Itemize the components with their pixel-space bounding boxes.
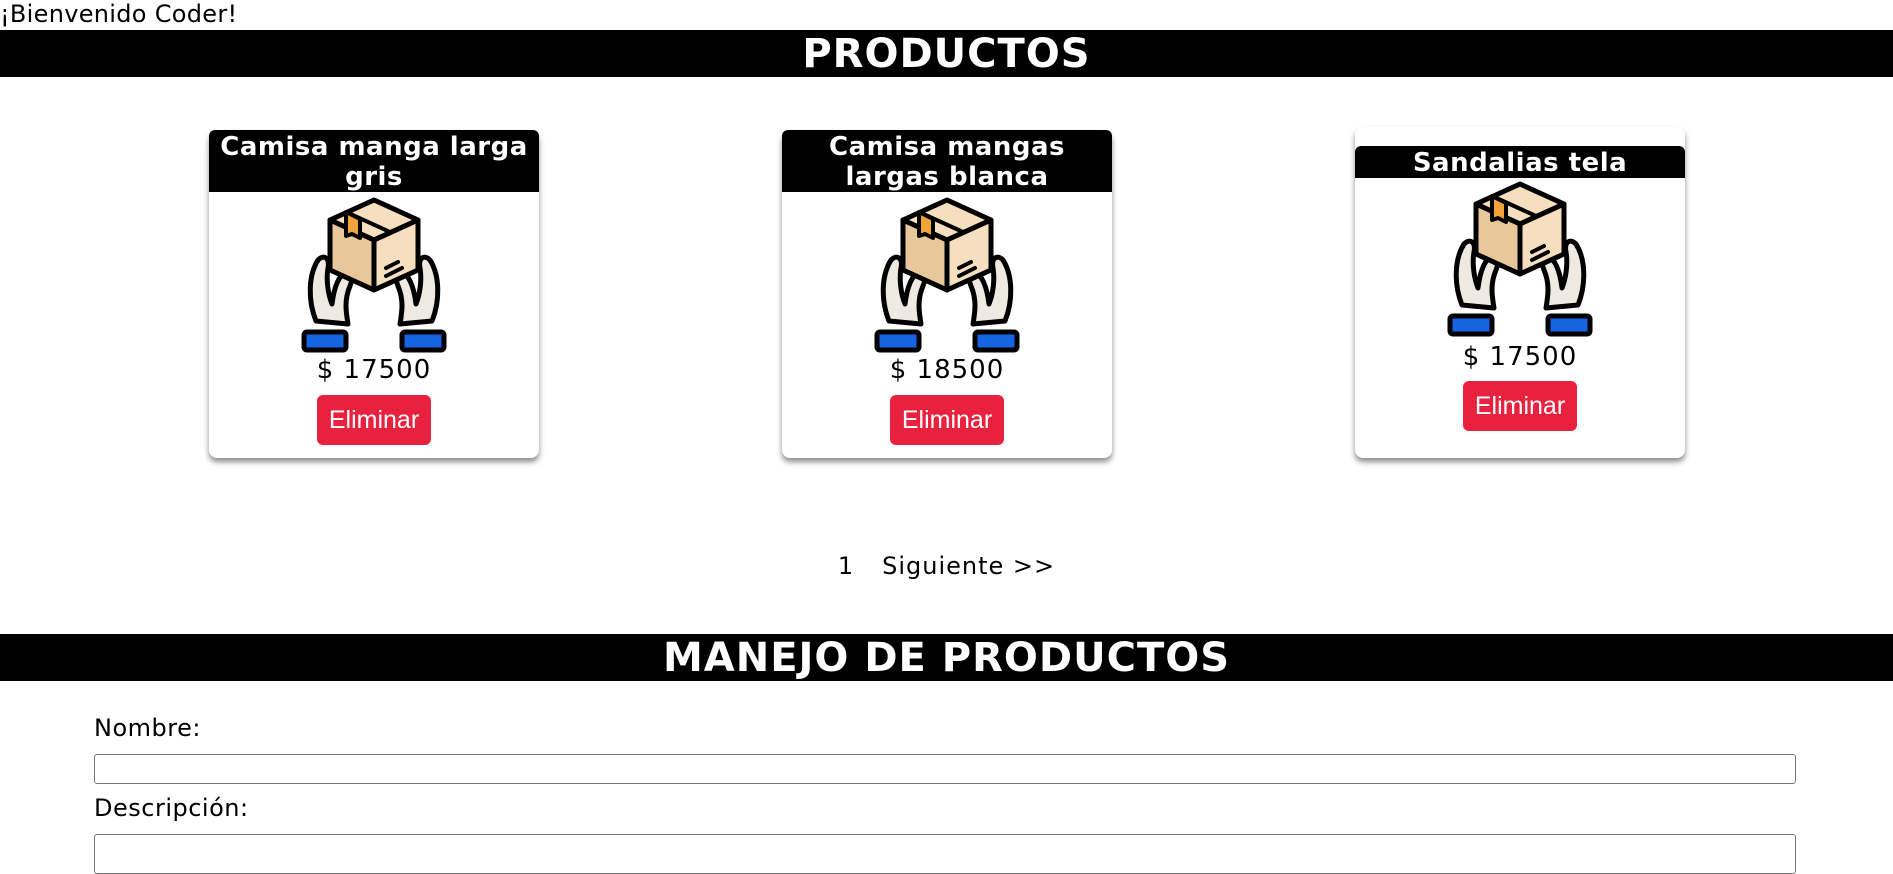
product-name: Camisa mangas largas blanca	[782, 130, 1112, 192]
delete-button[interactable]: Eliminar	[317, 395, 431, 445]
product-card: Sandalias tela $ 17500 Eliminar	[1355, 127, 1685, 458]
next-page-link[interactable]: Siguiente >>	[882, 552, 1055, 580]
description-input[interactable]	[94, 834, 1796, 874]
products-section-title: PRODUCTOS	[0, 30, 1893, 77]
name-input[interactable]	[94, 754, 1796, 784]
hands-holding-box-icon	[867, 196, 1027, 354]
hands-holding-box-icon	[1440, 180, 1600, 338]
product-price: $ 17500	[1462, 342, 1578, 372]
delete-button[interactable]: Eliminar	[1463, 381, 1577, 431]
delete-button[interactable]: Eliminar	[890, 395, 1004, 445]
welcome-message: ¡Bienvenido Coder!	[0, 0, 238, 28]
page-number-current[interactable]: 1	[838, 552, 854, 580]
product-price: $ 17500	[316, 355, 432, 385]
description-label: Descripción:	[94, 794, 249, 822]
management-section-title: MANEJO DE PRODUCTOS	[0, 634, 1893, 681]
name-label: Nombre:	[94, 714, 201, 742]
hands-holding-box-icon	[294, 196, 454, 354]
product-card: Camisa mangas largas blanca $ 18500 Elim…	[782, 130, 1112, 458]
product-name: Camisa manga larga gris	[209, 130, 539, 192]
product-name: Sandalias tela	[1355, 146, 1685, 178]
pagination: 1 Siguiente >>	[0, 552, 1893, 580]
product-price: $ 18500	[889, 355, 1005, 385]
product-card: Camisa manga larga gris $ 17500 Eliminar	[209, 130, 539, 458]
